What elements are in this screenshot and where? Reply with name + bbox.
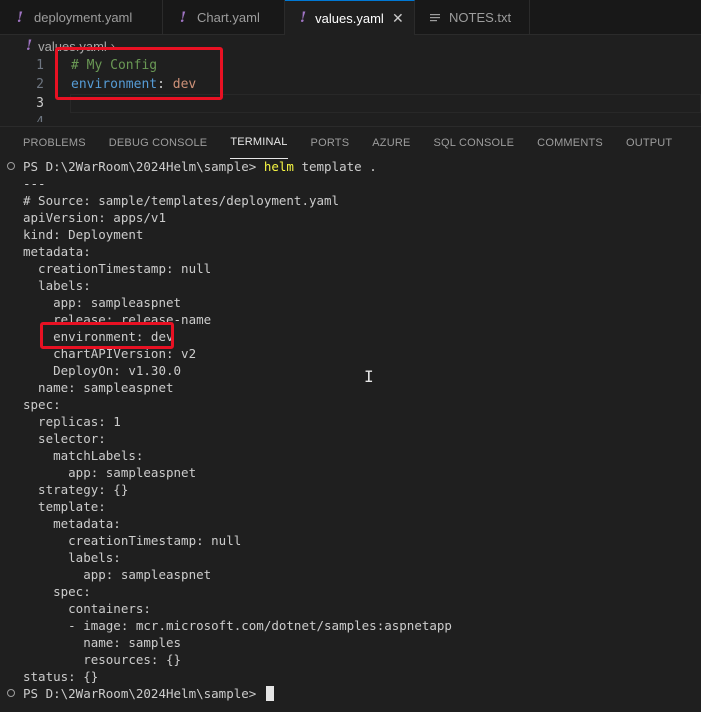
terminal-prompt: PS D:\2WarRoom\2024Helm\sample> — [23, 159, 264, 174]
terminal-output-line: spec: — [23, 397, 61, 412]
terminal-panel[interactable]: PS D:\2WarRoom\2024Helm\sample> helm tem… — [0, 158, 701, 712]
terminal-output-line: app: sampleaspnet — [23, 295, 182, 310]
tab-output[interactable]: OUTPUT — [626, 127, 672, 159]
terminal-output-line: labels: — [23, 278, 91, 293]
tab-terminal[interactable]: TERMINAL — [230, 127, 288, 159]
terminal-output-line: spec: — [23, 584, 91, 599]
terminal-output-line: app: sampleaspnet — [23, 567, 212, 582]
tab-debug-console[interactable]: DEBUG CONSOLE — [109, 127, 208, 159]
terminal-cursor — [265, 686, 274, 701]
terminal-command-line: PS D:\2WarRoom\2024Helm\sample> helm tem… — [23, 158, 377, 175]
line-number: 1 — [36, 58, 44, 73]
terminal-output-line: creationTimestamp: null — [23, 261, 212, 276]
terminal-output-line: metadata: — [23, 516, 121, 531]
terminal-output-line: containers: — [23, 601, 151, 616]
tab-label: deployment.yaml — [34, 10, 133, 25]
tab-comments[interactable]: COMMENTS — [537, 127, 603, 159]
terminal-output-line: - image: mcr.microsoft.com/dotnet/sample… — [23, 618, 452, 633]
terminal-output-line: matchLabels: — [23, 448, 144, 463]
text-lines-icon — [427, 10, 443, 26]
tab-label: Chart.yaml — [197, 10, 260, 25]
terminal-output-line: metadata: — [23, 244, 91, 259]
command-decoration-icon[interactable] — [7, 689, 15, 697]
mouse-ibeam-cursor-icon: I — [364, 367, 374, 386]
close-icon[interactable]: ✕ — [392, 10, 404, 26]
terminal-output-line: apiVersion: apps/v1 — [23, 210, 166, 225]
terminal-output-line: --- — [23, 176, 46, 191]
yaml-exclamation-icon: ! — [179, 9, 187, 26]
editor-line-4[interactable]: 4 — [0, 113, 701, 122]
yaml-exclamation-icon: ! — [26, 38, 33, 54]
terminal-output-line: replicas: 1 — [23, 414, 121, 429]
tab-deployment-yaml[interactable]: ! deployment.yaml — [0, 0, 163, 35]
terminal-output-line: name: sampleaspnet — [23, 380, 174, 395]
terminal-output-line: labels: — [23, 550, 121, 565]
terminal-output-line: name: samples — [23, 635, 182, 650]
terminal-output-line: resources: {} — [23, 652, 182, 667]
editor-tab-bar: ! deployment.yaml ! Chart.yaml ! values.… — [0, 0, 701, 35]
terminal-output-line: status: {} — [23, 669, 99, 684]
line-number: 3 — [36, 96, 44, 111]
tab-chart-yaml[interactable]: ! Chart.yaml — [163, 0, 285, 35]
terminal-output-line: kind: Deployment — [23, 227, 144, 242]
command-decoration-icon[interactable] — [7, 162, 15, 170]
tab-azure[interactable]: AZURE — [372, 127, 410, 159]
line-number: 4 — [0, 113, 46, 122]
terminal-final-prompt-line[interactable]: PS D:\2WarRoom\2024Helm\sample> — [23, 685, 274, 702]
tab-label: NOTES.txt — [449, 10, 512, 25]
panel-tab-bar: PROBLEMS DEBUG CONSOLE TERMINAL PORTS AZ… — [0, 126, 701, 159]
tab-notes-txt[interactable]: NOTES.txt — [415, 0, 530, 35]
tab-label: values.yaml — [315, 10, 384, 26]
tab-values-yaml[interactable]: ! values.yaml ✕ — [285, 0, 415, 35]
terminal-output-line: creationTimestamp: null — [23, 533, 242, 548]
terminal-output-line: app: sampleaspnet — [23, 465, 197, 480]
terminal-output-line: template: — [23, 499, 106, 514]
yaml-exclamation-icon: ! — [16, 9, 24, 26]
tab-problems[interactable]: PROBLEMS — [23, 127, 86, 159]
terminal-output-line: selector: — [23, 431, 106, 446]
tab-ports[interactable]: PORTS — [311, 127, 350, 159]
terminal-prompt: PS D:\2WarRoom\2024Helm\sample> — [23, 686, 264, 701]
line-number: 2 — [36, 77, 44, 92]
terminal-command: helm — [263, 159, 294, 174]
tab-sql-console[interactable]: SQL CONSOLE — [434, 127, 515, 159]
yaml-exclamation-icon: ! — [300, 10, 307, 26]
terminal-command-args: template . — [293, 159, 377, 174]
terminal-highlight-box — [40, 322, 174, 349]
terminal-output-line: strategy: {} — [23, 482, 129, 497]
terminal-output-line: DeployOn: v1.30.0 — [23, 363, 182, 378]
editor-highlight-box — [55, 47, 223, 100]
terminal-output-line: # Source: sample/templates/deployment.ya… — [23, 193, 340, 208]
